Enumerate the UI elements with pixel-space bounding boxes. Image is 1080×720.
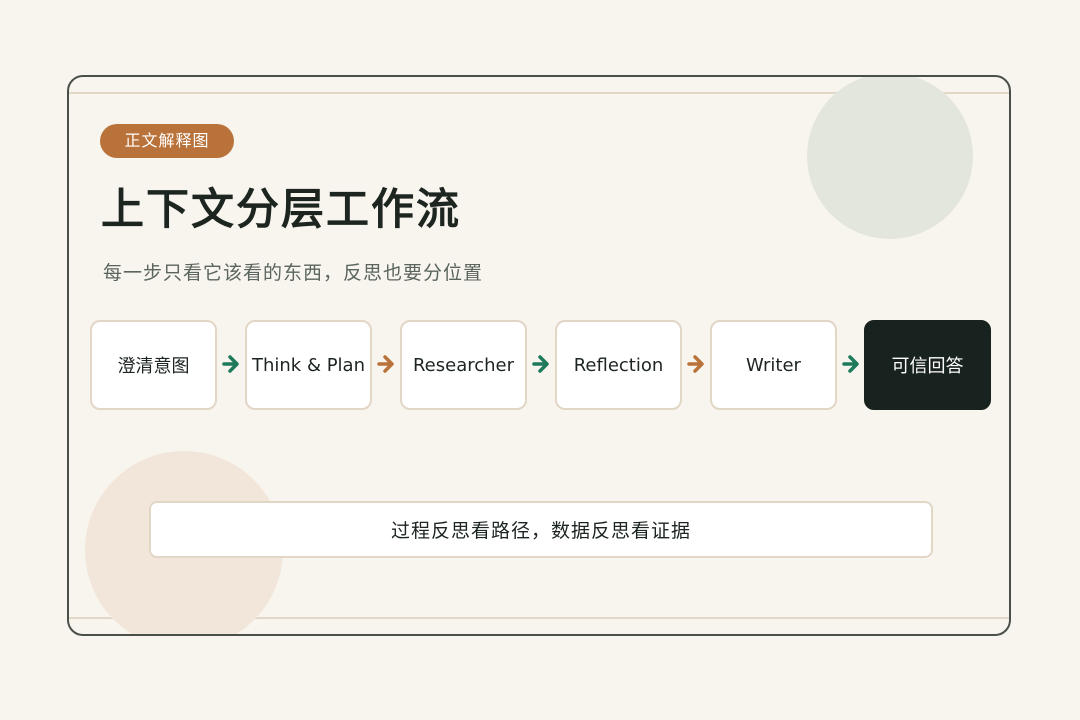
step-think-plan: Think & Plan: [245, 320, 372, 410]
arrow-right-icon: [222, 355, 239, 373]
arrow-right-icon: [377, 355, 394, 373]
page-subtitle: 每一步只看它该看的东西，反思也要分位置: [103, 262, 484, 284]
step-reflection: Reflection: [555, 320, 682, 410]
step-writer: Writer: [710, 320, 837, 410]
arrow-right-icon: [687, 355, 704, 373]
summary-note: 过程反思看路径，数据反思看证据: [149, 501, 933, 558]
category-badge: 正文解释图: [100, 124, 234, 158]
page: 正文解释图 上下文分层工作流 每一步只看它该看的东西，反思也要分位置 澄清意图 …: [0, 0, 1080, 720]
arrow-right-icon: [532, 355, 549, 373]
page-title: 上下文分层工作流: [101, 185, 461, 235]
diagram-card: 正文解释图 上下文分层工作流 每一步只看它该看的东西，反思也要分位置 澄清意图 …: [67, 75, 1011, 636]
decorative-circle-green: [807, 77, 973, 239]
step-researcher: Researcher: [400, 320, 527, 410]
step-trusted-answer: 可信回答: [864, 320, 991, 410]
step-clarify-intent: 澄清意图: [90, 320, 217, 410]
arrow-right-icon: [842, 355, 859, 373]
workflow: 澄清意图 Think & Plan Researcher Reflection …: [90, 320, 992, 412]
